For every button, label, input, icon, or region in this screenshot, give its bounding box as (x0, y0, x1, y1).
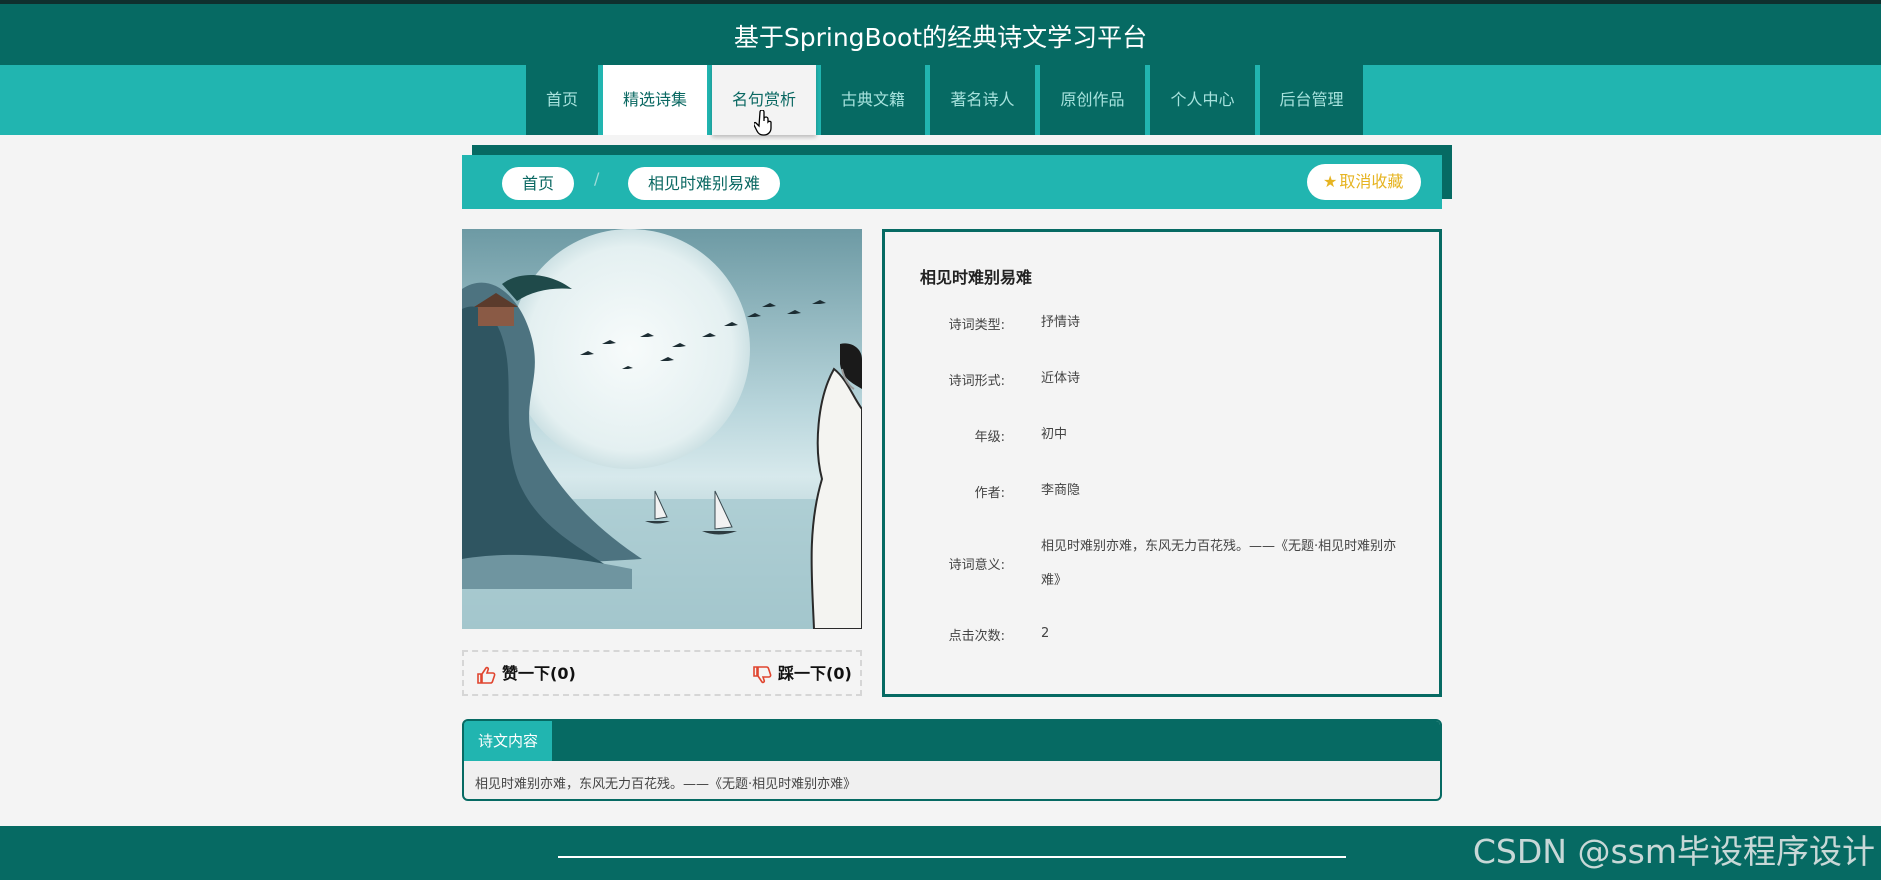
info-value: 初中 (1041, 427, 1068, 442)
content-header: 诗文内容 (464, 721, 1440, 761)
info-value: 2 (1041, 626, 1050, 641)
info-value: 相见时难别亦难，东风无力百花残。——《无题·相见时难别亦难》 (1041, 539, 1397, 588)
star-icon: ★ (1323, 172, 1338, 191)
info-label: 作者: (974, 486, 1005, 501)
unfavorite-button[interactable]: ★ 取消收藏 (1307, 164, 1422, 200)
thumbs-up-icon (477, 666, 496, 684)
footer-divider (558, 856, 1346, 858)
poem-content-text: 相见时难别亦难，东风无力百花残。——《无题·相见时难别亦难》 (475, 777, 857, 792)
info-label: 年级: (974, 430, 1005, 445)
info-label: 诗词类型: (948, 318, 1005, 333)
breadcrumb-current: 相见时难别易难 (628, 167, 781, 200)
poem-illustration (462, 229, 862, 629)
thumbs-down-icon (753, 665, 772, 683)
hand-cursor-icon (754, 110, 772, 136)
like-label: 赞一下(0) (502, 664, 576, 683)
breadcrumb-home-link[interactable]: 首页 (502, 167, 575, 200)
unfavorite-label: 取消收藏 (1339, 172, 1404, 191)
nav-item-home[interactable]: 首页 (526, 65, 598, 135)
site-title: 基于SpringBoot的经典诗文学习平台 (733, 23, 1148, 52)
poem-content-box: 诗文内容 相见时难别亦难，东风无力百花残。——《无题·相见时难别亦难》 (462, 719, 1442, 801)
nav-item-famous-poets[interactable]: 著名诗人 (930, 65, 1035, 135)
dislike-label: 踩一下(0) (778, 664, 852, 683)
info-label: 诗词意义: (948, 558, 1005, 573)
nav-item-classic-books[interactable]: 古典文籍 (821, 65, 925, 135)
top-header: 基于SpringBoot的经典诗文学习平台 (0, 0, 1881, 65)
watermark: CSDN @ssm毕设程序设计 (1472, 832, 1875, 871)
tab-poem-content[interactable]: 诗文内容 (464, 721, 553, 761)
nav-item-personal-center[interactable]: 个人中心 (1150, 65, 1255, 135)
nav-item-selected-poems[interactable]: 精选诗集 (603, 65, 707, 135)
poem-info-panel: 相见时难别易难 诗词类型: 抒情诗 诗词形式: 近体诗 年级: 初中 作者: 李… (882, 229, 1442, 697)
info-value: 李商隐 (1041, 483, 1081, 498)
info-value: 抒情诗 (1041, 315, 1081, 330)
main-nav: 首页 精选诗集 名句赏析 古典文籍 著名诗人 原创作品 个人中心 后台管理 (0, 65, 1881, 135)
nav-list: 首页 精选诗集 名句赏析 古典文籍 著名诗人 原创作品 个人中心 后台管理 (526, 65, 1368, 135)
vote-box: 赞一下(0) 踩一下(0) (462, 650, 862, 696)
breadcrumb: 首页 / 相见时难别易难 ★ 取消收藏 (462, 155, 1442, 209)
info-label: 点击次数: (948, 629, 1005, 644)
nav-item-original-works[interactable]: 原创作品 (1040, 65, 1145, 135)
dislike-button[interactable]: 踩一下(0) (752, 661, 852, 687)
breadcrumb-separator: / (594, 169, 600, 188)
info-value: 近体诗 (1041, 371, 1081, 386)
info-label: 诗词形式: (948, 374, 1005, 389)
like-button[interactable]: 赞一下(0) (476, 661, 576, 687)
poem-title: 相见时难别易难 (920, 268, 1033, 287)
nav-item-admin[interactable]: 后台管理 (1260, 65, 1363, 135)
